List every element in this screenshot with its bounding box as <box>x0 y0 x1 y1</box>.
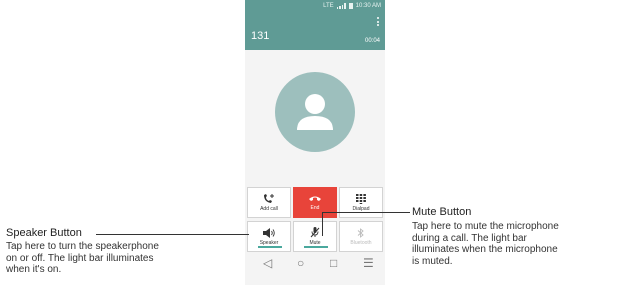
mute-callout-line-1: Tap here to mute the microphone <box>412 221 559 232</box>
add-call-icon <box>264 193 274 203</box>
mute-callout-line-2: during a call. The light bar <box>412 232 527 244</box>
status-bar: LTE 10:30 AM <box>323 3 381 9</box>
mute-callout-text: Tap here to mute the microphone during a… <box>412 221 559 267</box>
battery-icon <box>348 3 353 9</box>
phone-screen: LTE 10:30 AM 131 00:04 Add call End Dial… <box>245 0 385 285</box>
mute-button[interactable]: Mute <box>293 221 337 252</box>
mute-callout-line-vertical <box>322 212 323 236</box>
menu-icon[interactable]: ☰ <box>363 257 374 269</box>
person-icon <box>297 94 333 130</box>
speaker-icon <box>263 227 275 238</box>
home-icon[interactable]: ○ <box>297 257 304 269</box>
status-time: 10:30 AM <box>355 3 381 9</box>
speaker-callout-title: Speaker Button <box>6 227 82 239</box>
add-call-label: Add call <box>260 205 278 212</box>
speaker-button[interactable]: Speaker <box>247 221 291 252</box>
dialpad-icon <box>356 193 366 204</box>
end-call-icon <box>309 196 321 201</box>
back-icon[interactable]: ◁ <box>263 257 272 269</box>
end-call-button[interactable]: End <box>293 187 337 218</box>
recent-apps-icon[interactable]: □ <box>330 257 337 269</box>
dialpad-label: Dialpad <box>352 205 370 212</box>
dialpad-button[interactable]: Dialpad <box>339 187 383 218</box>
mute-callout-line-3: illuminates when the microphone <box>412 244 558 255</box>
mute-light-bar <box>304 246 328 248</box>
add-call-button[interactable]: Add call <box>247 187 291 218</box>
mute-callout-line <box>322 212 410 213</box>
navigation-bar: ◁ ○ □ ☰ <box>245 252 385 285</box>
speaker-callout-line-1: Tap here to turn the speakerphone <box>6 241 159 252</box>
contact-avatar <box>275 72 355 152</box>
microphone-muted-icon <box>310 227 320 238</box>
mute-callout-line-4: is muted. <box>412 255 453 267</box>
call-header: LTE 10:30 AM 131 00:04 <box>245 0 385 50</box>
speaker-label: Speaker <box>259 239 279 246</box>
call-timer: 00:04 <box>364 38 380 44</box>
signal-icon <box>336 3 346 9</box>
speaker-callout-text: Tap here to turn the speakerphone on or … <box>6 241 159 276</box>
bluetooth-button[interactable]: Bluetooth <box>339 221 383 252</box>
speaker-callout-line-3: when it's on. <box>6 264 62 275</box>
caller-number: 131 <box>251 30 270 42</box>
bluetooth-label: Bluetooth <box>350 239 372 246</box>
speaker-light-bar <box>258 246 282 248</box>
speaker-callout-line-2: on or off. The light bar illuminates <box>6 252 154 264</box>
more-options-icon[interactable] <box>377 17 379 26</box>
bluetooth-icon <box>357 227 364 238</box>
speaker-callout-line <box>96 234 249 235</box>
end-call-label: End <box>310 204 320 211</box>
mute-callout-title: Mute Button <box>412 206 472 218</box>
network-label: LTE <box>323 3 334 9</box>
